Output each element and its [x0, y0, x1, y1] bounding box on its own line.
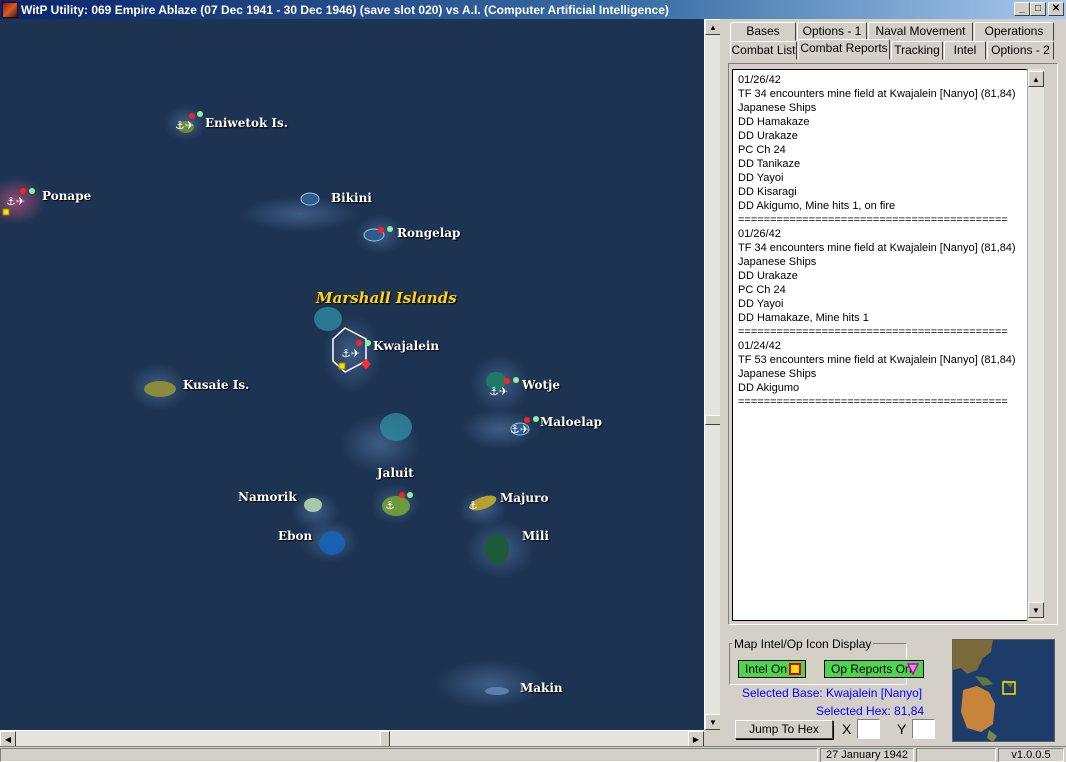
- map-label-namorik[interactable]: Namorik: [238, 490, 297, 504]
- tab-combat-list[interactable]: Combat List: [730, 41, 797, 60]
- svg-text:⚓✈: ⚓✈: [510, 423, 529, 436]
- report-scroll-up-button[interactable]: ▲: [1028, 71, 1044, 87]
- svg-text:⚓✈: ⚓✈: [175, 119, 194, 132]
- map-label-wotje[interactable]: Wotje: [522, 378, 560, 392]
- report-line: DD Yayoi: [738, 172, 784, 184]
- report-line: Japanese Ships: [738, 256, 817, 268]
- report-lines: 01/26/42 TF 34 encounters mine field at K…: [738, 73, 1031, 409]
- report-line: ========================================…: [738, 326, 1008, 338]
- tab-bases[interactable]: Bases: [730, 22, 796, 41]
- y-input[interactable]: [912, 719, 935, 739]
- status-version: v1.0.0.5: [998, 748, 1064, 762]
- square-icon: [789, 663, 801, 675]
- map-label-kusaie[interactable]: Kusaie Is.: [183, 378, 249, 392]
- jump-to-hex-button[interactable]: Jump To Hex: [735, 720, 833, 739]
- selected-hex-text: Selected Hex: 81,84: [816, 704, 925, 718]
- map-label-ponape[interactable]: Ponape: [42, 189, 91, 203]
- report-line: ========================================…: [738, 396, 1008, 408]
- report-line: DD Akigumo, Mine hits 1, on fire: [738, 200, 896, 212]
- region-label: Marshall Islands: [316, 289, 457, 307]
- map-label-rongelap[interactable]: Rongelap: [397, 226, 460, 240]
- report-line: TF 34 encounters mine field at Kwajalein…: [738, 242, 1016, 254]
- map-label-eniwetok[interactable]: Eniwetok Is.: [205, 116, 288, 130]
- report-line: PC Ch 24: [738, 284, 786, 296]
- map-vscroll-thumb[interactable]: [705, 415, 721, 425]
- scroll-up-button[interactable]: ▲: [705, 19, 721, 35]
- report-line: DD Urakaze: [738, 270, 798, 282]
- status-message: [0, 748, 818, 762]
- maximize-button[interactable]: □: [1030, 2, 1046, 16]
- op-reports-on-button[interactable]: Op Reports On: [824, 660, 924, 678]
- scroll-down-button[interactable]: ▼: [705, 714, 721, 730]
- map-label-maloelap[interactable]: Maloelap: [540, 415, 602, 429]
- scroll-right-button[interactable]: ▶: [688, 731, 704, 747]
- triangle-icon: [907, 663, 919, 675]
- report-line: DD Hamakaze: [738, 116, 810, 128]
- y-label: Y: [897, 721, 907, 737]
- tab-operations[interactable]: Operations: [974, 22, 1054, 41]
- report-line: 01/24/42: [738, 340, 781, 352]
- svg-text:⚓: ⚓: [468, 499, 478, 512]
- svg-text:⚓✈: ⚓✈: [6, 195, 25, 208]
- close-button[interactable]: ✕: [1048, 2, 1064, 16]
- title-bar: WitP Utility: 069 Empire Ablaze (07 Dec …: [0, 0, 1066, 19]
- report-line: DD Urakaze: [738, 130, 798, 142]
- map-view[interactable]: ⚓✈ ⚓✈ ⚓✈ ⚓✈ ⚓✈ ⚓ ⚓ Eniwetok Is. Ponape B…: [0, 19, 704, 730]
- map-label-makin[interactable]: Makin: [520, 681, 563, 695]
- map-label-kwajalein[interactable]: Kwajalein: [373, 339, 439, 353]
- map-label-ebon[interactable]: Ebon: [278, 529, 312, 543]
- x-input[interactable]: [857, 719, 880, 739]
- status-bar: 27 January 1942 v1.0.0.5: [0, 746, 1066, 762]
- map-terrain: ⚓✈ ⚓✈ ⚓✈ ⚓✈ ⚓✈ ⚓ ⚓: [0, 19, 704, 730]
- intel-on-label: Intel On: [745, 662, 788, 676]
- tab-combat-reports[interactable]: Combat Reports: [798, 39, 890, 60]
- window-title: WitP Utility: 069 Empire Ablaze (07 Dec …: [21, 2, 669, 17]
- map-label-jaluit[interactable]: Jaluit: [377, 466, 414, 480]
- intel-on-button[interactable]: Intel On: [738, 660, 806, 678]
- report-line: Japanese Ships: [738, 368, 817, 380]
- map-label-majuro[interactable]: Majuro: [500, 491, 548, 505]
- tab-tracking[interactable]: Tracking: [891, 41, 943, 60]
- report-line: TF 34 encounters mine field at Kwajalein…: [738, 88, 1016, 100]
- report-line: 01/26/42: [738, 74, 781, 86]
- op-reports-on-label: Op Reports On: [831, 662, 912, 676]
- x-label: X: [842, 721, 852, 737]
- status-date: 27 January 1942: [820, 748, 914, 762]
- minimap-image: [953, 640, 1054, 741]
- map-horizontal-scrollbar[interactable]: ◀ ▶: [0, 730, 704, 747]
- app-icon: [2, 1, 18, 18]
- report-scrollbar[interactable]: ▲ ▼: [1027, 69, 1044, 621]
- tab-options-2[interactable]: Options - 2: [987, 41, 1054, 60]
- report-line: ========================================…: [738, 214, 1008, 226]
- selected-base-text: Selected Base: Kwajalein [Nanyo]: [742, 686, 923, 700]
- combat-report-text[interactable]: 01/26/42 TF 34 encounters mine field at K…: [732, 69, 1037, 621]
- report-line: PC Ch 24: [738, 144, 786, 156]
- report-line: Japanese Ships: [738, 102, 817, 114]
- map-label-mili[interactable]: Mili: [522, 529, 549, 543]
- report-line: DD Hamakaze, Mine hits 1: [738, 312, 869, 324]
- tab-intel[interactable]: Intel: [944, 41, 986, 60]
- status-empty: [916, 748, 996, 762]
- report-scroll-down-button[interactable]: ▼: [1028, 602, 1044, 618]
- map-vertical-scrollbar[interactable]: ▲ ▼: [704, 19, 721, 730]
- intel-group-label: Map Intel/Op Icon Display: [732, 637, 874, 651]
- report-line: DD Akigumo: [738, 382, 800, 394]
- map-label-bikini[interactable]: Bikini: [331, 191, 372, 205]
- report-line: 01/26/42: [738, 228, 781, 240]
- scroll-corner: [704, 730, 720, 746]
- svg-text:⚓: ⚓: [385, 499, 395, 512]
- minimize-button[interactable]: _: [1014, 2, 1030, 16]
- svg-text:⚓✈: ⚓✈: [341, 347, 360, 360]
- scroll-left-button[interactable]: ◀: [0, 731, 16, 747]
- minimap[interactable]: [952, 639, 1055, 742]
- report-line: DD Yayoi: [738, 298, 784, 310]
- svg-text:⚓✈: ⚓✈: [489, 385, 508, 398]
- report-line: DD Tanikaze: [738, 158, 801, 170]
- side-panel: Bases Options - 1 Naval Movement Operati…: [720, 19, 1066, 746]
- report-line: TF 53 encounters mine field at Kwajalein…: [738, 354, 1016, 366]
- report-line: DD Kisaragi: [738, 186, 797, 198]
- map-hscroll-thumb[interactable]: [380, 731, 390, 747]
